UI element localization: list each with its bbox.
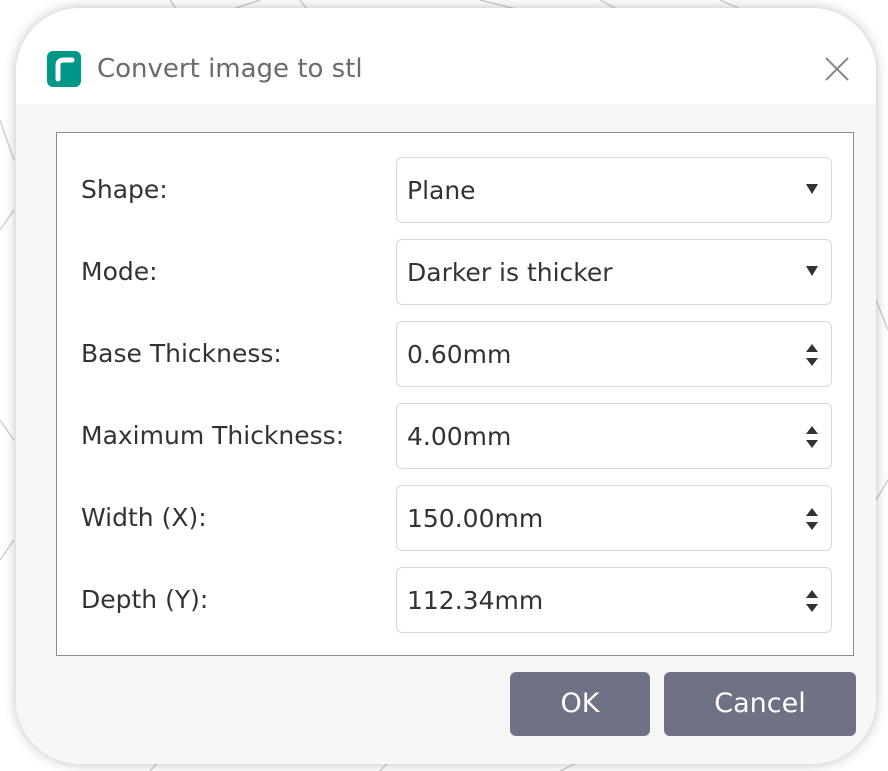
mode-dropdown[interactable]: Darker is thicker — [396, 239, 832, 305]
close-icon[interactable] — [824, 56, 850, 82]
width-spinbox[interactable]: 150.00mm — [396, 485, 832, 551]
spin-arrows-icon[interactable] — [805, 341, 819, 369]
cancel-button[interactable]: Cancel — [664, 672, 856, 736]
base-thickness-label: Base Thickness: — [81, 339, 282, 368]
dialog-title: Convert image to stl — [97, 54, 363, 84]
dialog-content: Shape: Plane Mode: Darker is thicker Bas… — [16, 104, 876, 764]
depth-spinbox[interactable]: 112.34mm — [396, 567, 832, 633]
dropdown-arrow-icon — [806, 184, 818, 194]
creality-print-icon — [47, 51, 81, 87]
maximum-thickness-spinbox[interactable]: 4.00mm — [396, 403, 832, 469]
width-value: 150.00mm — [407, 504, 544, 533]
settings-group: Shape: Plane Mode: Darker is thicker Bas… — [56, 132, 854, 656]
shape-value: Plane — [407, 176, 476, 205]
mode-value: Darker is thicker — [407, 258, 613, 287]
depth-value: 112.34mm — [407, 586, 544, 615]
convert-image-dialog: Convert image to stl Shape: Plane Mode: … — [16, 8, 876, 764]
maximum-thickness-label: Maximum Thickness: — [81, 421, 345, 450]
shape-label: Shape: — [81, 175, 168, 204]
depth-label: Depth (Y): — [81, 585, 209, 614]
base-thickness-spinbox[interactable]: 0.60mm — [396, 321, 832, 387]
dropdown-arrow-icon — [806, 266, 818, 276]
shape-dropdown[interactable]: Plane — [396, 157, 832, 223]
dialog-titlebar: Convert image to stl — [16, 8, 876, 104]
ok-button[interactable]: OK — [510, 672, 650, 736]
spin-arrows-icon[interactable] — [805, 423, 819, 451]
spin-arrows-icon[interactable] — [805, 587, 819, 615]
spin-arrows-icon[interactable] — [805, 505, 819, 533]
maximum-thickness-value: 4.00mm — [407, 422, 512, 451]
mode-label: Mode: — [81, 257, 158, 286]
width-label: Width (X): — [81, 503, 207, 532]
base-thickness-value: 0.60mm — [407, 340, 512, 369]
